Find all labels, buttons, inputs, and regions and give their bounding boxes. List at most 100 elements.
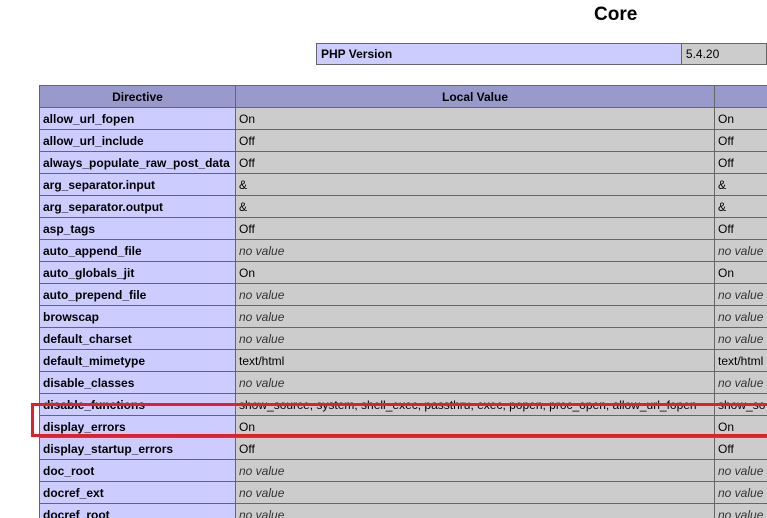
directive-name: allow_url_include: [39, 129, 236, 152]
no-value-text: no value: [239, 463, 285, 478]
directive-name: doc_root: [39, 459, 236, 482]
local-value: no value: [235, 239, 715, 262]
php-version-table: PHP Version 5.4.20: [316, 43, 767, 65]
no-value-text: no value: [718, 287, 764, 302]
no-value-text: no value: [718, 507, 764, 518]
master-value: no value: [714, 239, 767, 262]
local-value: no value: [235, 481, 715, 504]
master-value: Off: [714, 151, 767, 174]
directive-name: display_errors: [39, 415, 236, 438]
directive-name: auto_prepend_file: [39, 283, 236, 306]
no-value-text: no value: [718, 331, 764, 346]
local-value: Off: [235, 129, 715, 152]
directive-name: browscap: [39, 305, 236, 328]
master-value: On: [714, 261, 767, 284]
master-value: text/html: [714, 349, 767, 372]
local-value: On: [235, 415, 715, 438]
table-row: asp_tags Off Off: [39, 217, 767, 240]
local-value: &: [235, 173, 715, 196]
local-value: Off: [235, 151, 715, 174]
table-row: docref_ext no value no value: [39, 481, 767, 504]
header-directive: Directive: [39, 85, 236, 108]
directive-name: docref_ext: [39, 481, 236, 504]
local-value: no value: [235, 283, 715, 306]
directives-table: Directive Local Value allow_url_fopen On O…: [39, 85, 767, 518]
table-row: docref_root no value no value: [39, 503, 767, 518]
no-value-text: no value: [239, 485, 285, 500]
directive-name: auto_append_file: [39, 239, 236, 262]
no-value-text: no value: [239, 375, 285, 390]
php-version-label: PHP Version: [316, 43, 682, 65]
no-value-text: no value: [239, 287, 285, 302]
table-row: auto_prepend_file no value no value: [39, 283, 767, 306]
master-value: Off: [714, 129, 767, 152]
table-row: auto_globals_jit On On: [39, 261, 767, 284]
table-row: default_mimetype text/html text/html: [39, 349, 767, 372]
no-value-text: no value: [718, 375, 764, 390]
directive-name: allow_url_fopen: [39, 107, 236, 130]
directive-name: default_charset: [39, 327, 236, 350]
directive-name: default_mimetype: [39, 349, 236, 372]
table-row: always_populate_raw_post_data Off Off: [39, 151, 767, 174]
no-value-text: no value: [239, 331, 285, 346]
local-value: Off: [235, 437, 715, 460]
no-value-text: no value: [239, 243, 285, 258]
master-value: Off: [714, 217, 767, 240]
local-value: no value: [235, 327, 715, 350]
local-value: text/html: [235, 349, 715, 372]
table-row: disable_functions show_source, system, sh…: [39, 393, 767, 416]
table-row: arg_separator.input & &: [39, 173, 767, 196]
local-value: no value: [235, 371, 715, 394]
master-value: &: [714, 173, 767, 196]
master-value: no value: [714, 459, 767, 482]
local-value: &: [235, 195, 715, 218]
table-row: display_errors On On: [39, 415, 767, 438]
table-row: arg_separator.output & &: [39, 195, 767, 218]
master-value: On: [714, 107, 767, 130]
master-value: no value: [714, 283, 767, 306]
directive-name: disable_classes: [39, 371, 236, 394]
directives-body: allow_url_fopen On On allow_url_include Off O…: [39, 107, 767, 518]
table-row: allow_url_fopen On On: [39, 107, 767, 130]
directive-name: display_startup_errors: [39, 437, 236, 460]
directives-header-row: Directive Local Value: [39, 85, 767, 108]
master-value: show_so: [714, 393, 767, 416]
php-version-row: PHP Version 5.4.20: [316, 43, 767, 65]
directive-name: disable_functions: [39, 393, 236, 416]
php-version-value: 5.4.20: [680, 43, 767, 65]
local-value: no value: [235, 305, 715, 328]
directive-name: asp_tags: [39, 217, 236, 240]
master-value: no value: [714, 503, 767, 518]
section-title: Core: [594, 4, 638, 25]
header-local-value: Local Value: [235, 85, 715, 108]
no-value-text: no value: [239, 309, 285, 324]
master-value: no value: [714, 327, 767, 350]
directive-name: auto_globals_jit: [39, 261, 236, 284]
no-value-text: no value: [239, 507, 285, 518]
local-value: On: [235, 107, 715, 130]
no-value-text: no value: [718, 243, 764, 258]
master-value: no value: [714, 481, 767, 504]
master-value: no value: [714, 371, 767, 394]
table-row: display_startup_errors Off Off: [39, 437, 767, 460]
table-row: allow_url_include Off Off: [39, 129, 767, 152]
table-row: browscap no value no value: [39, 305, 767, 328]
directive-name: arg_separator.input: [39, 173, 236, 196]
no-value-text: no value: [718, 309, 764, 324]
phpinfo-page: Core PHP Version 5.4.20 Directive Local …: [0, 0, 767, 518]
table-row: disable_classes no value no value: [39, 371, 767, 394]
master-value: no value: [714, 305, 767, 328]
directive-name: always_populate_raw_post_data: [39, 151, 236, 174]
local-value: no value: [235, 459, 715, 482]
table-row: default_charset no value no value: [39, 327, 767, 350]
header-master-value: [714, 85, 767, 108]
table-row: doc_root no value no value: [39, 459, 767, 482]
table-row: auto_append_file no value no value: [39, 239, 767, 262]
master-value: Off: [714, 437, 767, 460]
directive-name: docref_root: [39, 503, 236, 518]
no-value-text: no value: [718, 485, 764, 500]
local-value: On: [235, 261, 715, 284]
local-value: no value: [235, 503, 715, 518]
no-value-text: no value: [718, 463, 764, 478]
local-value: Off: [235, 217, 715, 240]
